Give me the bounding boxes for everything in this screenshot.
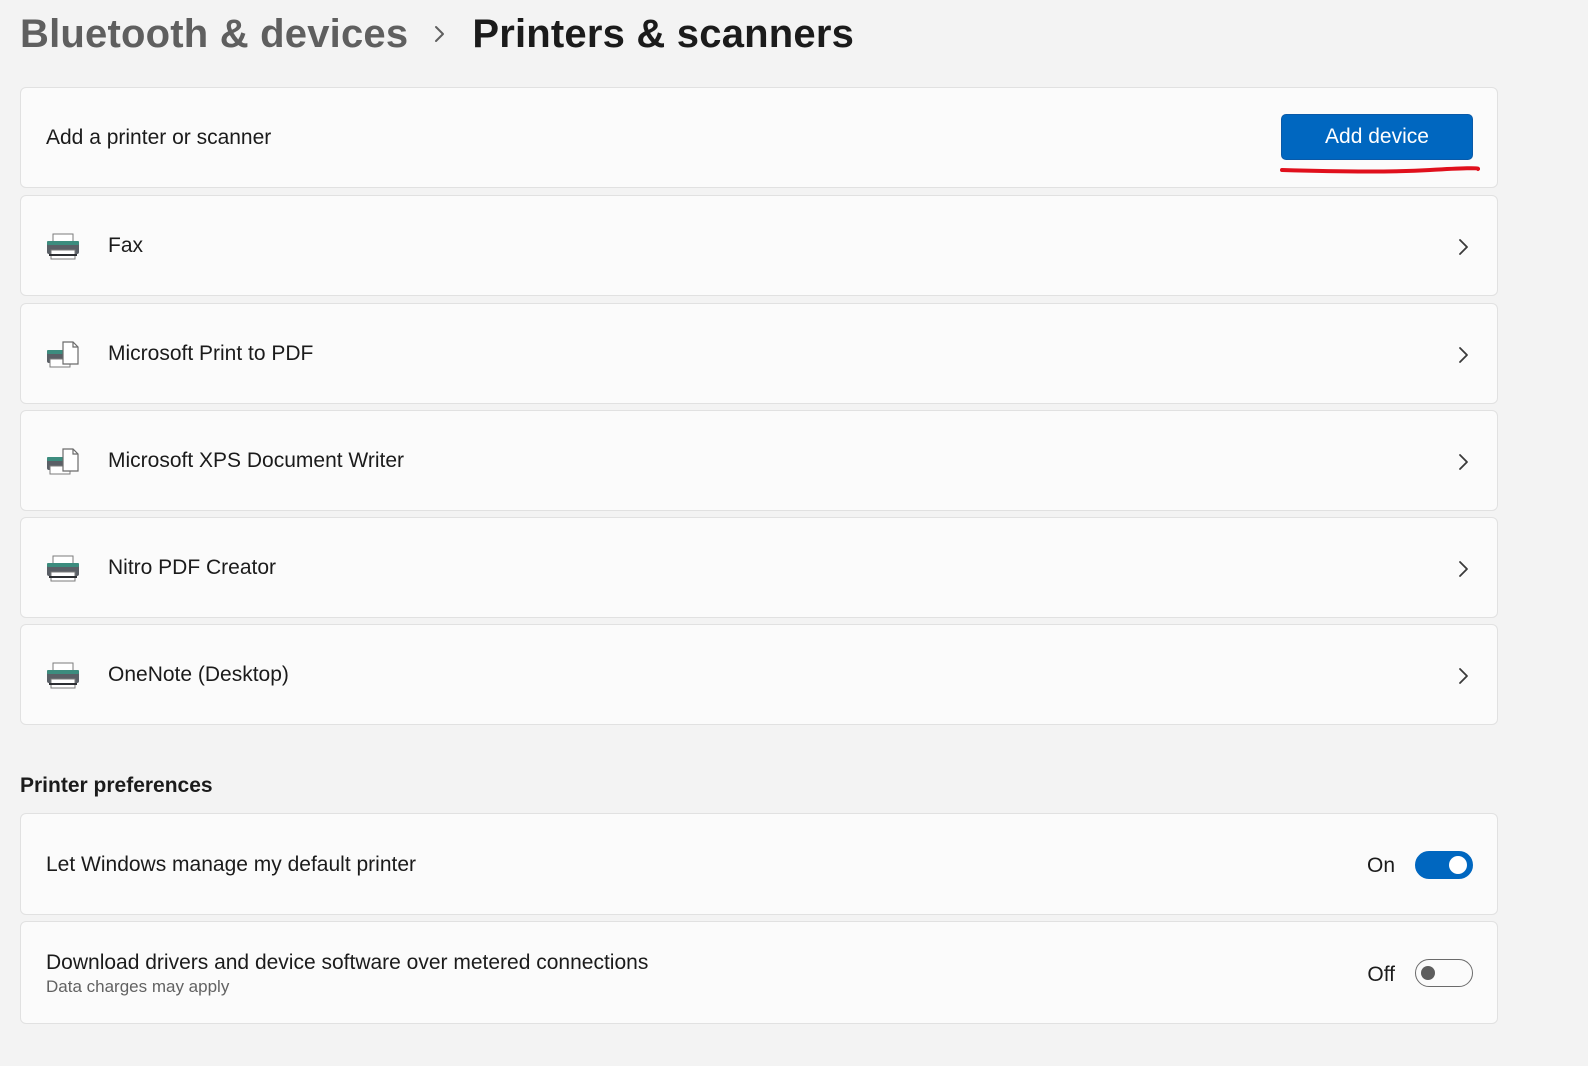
device-name: Microsoft XPS Document Writer	[108, 449, 405, 472]
device-item-microsoft-print-to-pdf[interactable]: Microsoft Print to PDF	[20, 303, 1498, 404]
add-printer-card: Add a printer or scanner Add device	[20, 87, 1498, 188]
device-item-fax[interactable]: Fax	[20, 195, 1498, 296]
page-title: Printers & scanners	[472, 11, 855, 56]
preference-label: Let Windows manage my default printer	[46, 853, 417, 876]
toggle-knob	[1421, 966, 1435, 980]
breadcrumb: Bluetooth & devices Printers & scanners	[20, 8, 854, 60]
toggle-state-text: On	[1366, 854, 1395, 877]
printer-icon	[45, 661, 81, 691]
breadcrumb-parent-link[interactable]: Bluetooth & devices	[20, 12, 408, 57]
device-item-microsoft-xps-document-writer[interactable]: Microsoft XPS Document Writer	[20, 410, 1498, 511]
preference-description: Data charges may apply	[46, 977, 230, 996]
device-name: OneNote (Desktop)	[108, 663, 289, 686]
device-item-onenote-desktop[interactable]: OneNote (Desktop)	[20, 624, 1498, 725]
chevron-right-icon	[1457, 344, 1471, 366]
preference-default-printer: Let Windows manage my default printer On	[20, 813, 1498, 915]
toggle-state-text: Off	[1367, 963, 1395, 986]
add-device-button[interactable]: Add device	[1281, 114, 1473, 160]
device-name: Fax	[108, 234, 144, 257]
breadcrumb-chevron-icon	[408, 23, 472, 45]
device-item-nitro-pdf-creator[interactable]: Nitro PDF Creator	[20, 517, 1498, 618]
device-name: Microsoft Print to PDF	[108, 342, 314, 365]
printer-document-icon	[45, 340, 81, 370]
printer-icon	[45, 232, 81, 262]
section-title-printer-preferences: Printer preferences	[20, 774, 213, 797]
metered-downloads-toggle[interactable]	[1415, 959, 1473, 987]
chevron-right-icon	[1457, 665, 1471, 687]
chevron-right-icon	[1457, 451, 1471, 473]
chevron-right-icon	[1457, 558, 1471, 580]
device-name: Nitro PDF Creator	[108, 556, 277, 579]
preference-label: Download drivers and device software ove…	[46, 951, 649, 974]
annotation-underline	[1280, 166, 1480, 174]
printer-document-icon	[45, 447, 81, 477]
chevron-right-icon	[1457, 236, 1471, 258]
preference-metered-downloads: Download drivers and device software ove…	[20, 921, 1498, 1024]
printer-icon	[45, 554, 81, 584]
add-printer-label: Add a printer or scanner	[46, 126, 272, 149]
default-printer-toggle[interactable]	[1415, 851, 1473, 879]
toggle-knob	[1449, 856, 1467, 874]
